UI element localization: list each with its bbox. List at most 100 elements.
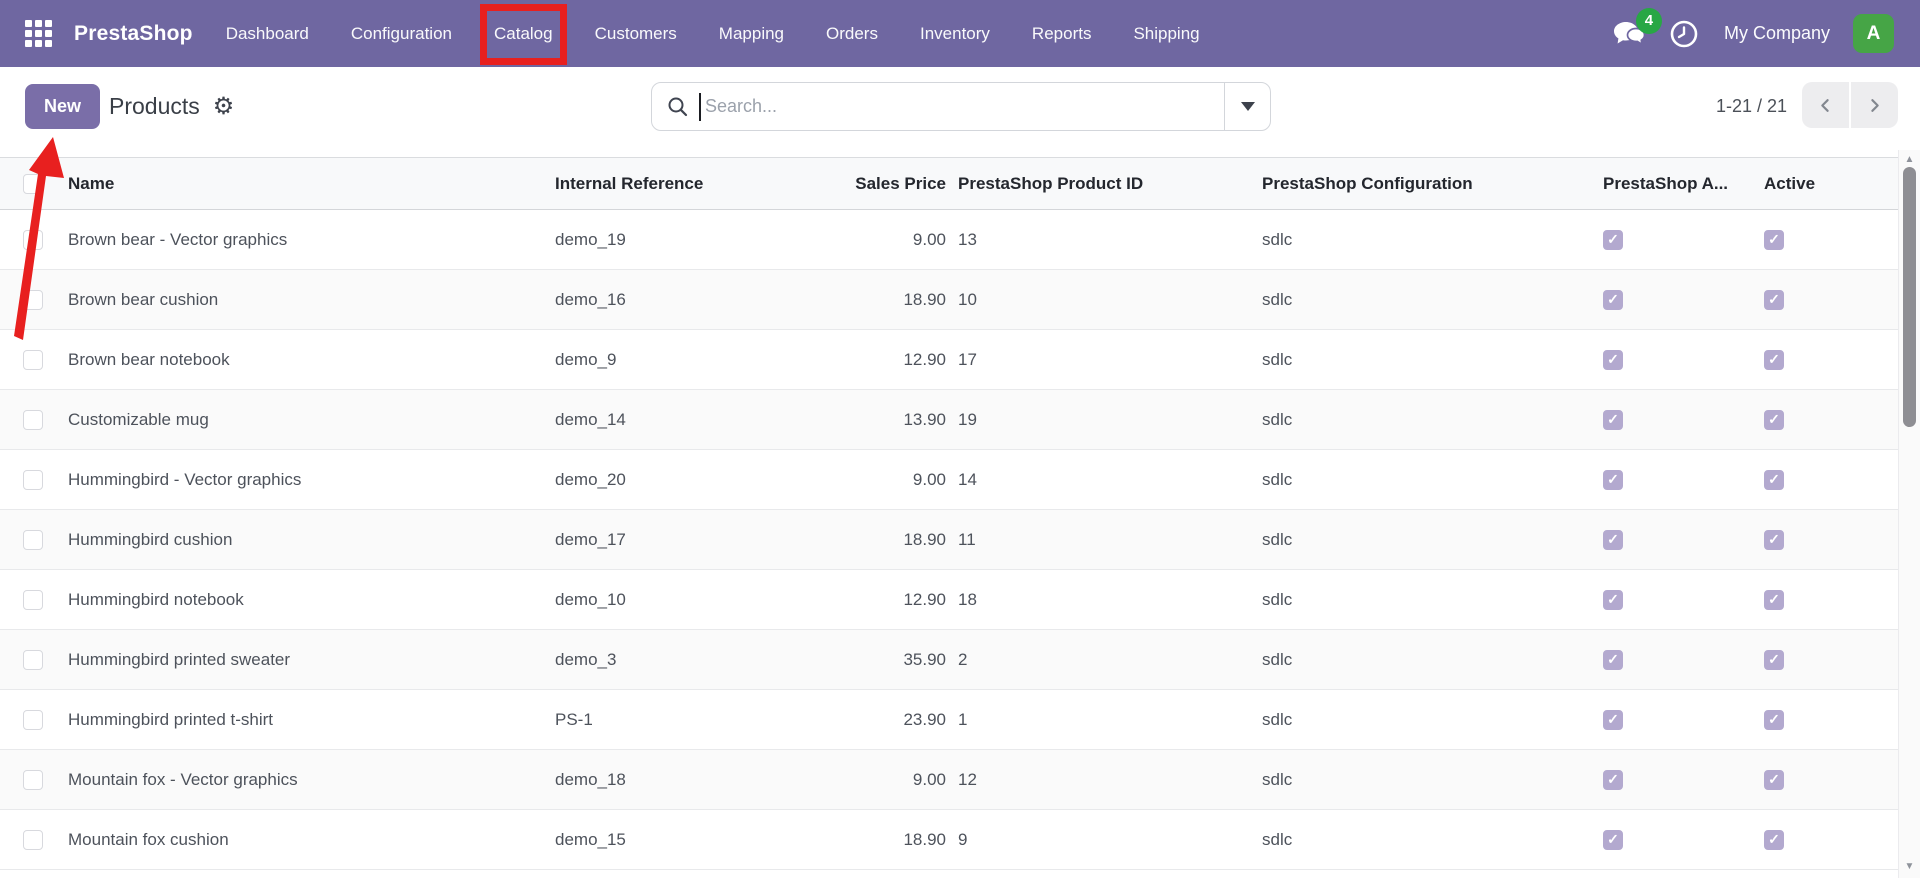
cell-prestashop-product-id: 19 (958, 409, 977, 429)
user-avatar[interactable]: A (1853, 14, 1894, 53)
cell-name: Mountain fox - Vector graphics (68, 769, 298, 789)
row-select-checkbox[interactable] (23, 649, 43, 670)
table-row[interactable]: Brown bear notebook demo_9 12.90 17 sdlc ✓ ✓ (0, 330, 1898, 390)
cell-internal-reference: demo_3 (555, 649, 617, 669)
products-table: Name Internal Reference Sales Price Pres… (0, 157, 1898, 870)
prestashop-active-checkbox: ✓ (1603, 349, 1623, 370)
table-row[interactable]: Brown bear cushion demo_16 18.90 10 sdlc ✓ ✓ (0, 270, 1898, 330)
cell-internal-reference: demo_10 (555, 589, 626, 609)
activities-button[interactable] (1669, 19, 1699, 49)
active-checkbox: ✓ (1764, 709, 1784, 730)
cell-prestashop-product-id: 1 (958, 709, 968, 729)
menu-customers[interactable]: Customers (595, 24, 677, 44)
menu-dashboard[interactable]: Dashboard (226, 24, 309, 44)
table-body: Brown bear - Vector graphics demo_19 9.00 1… (0, 210, 1898, 870)
cell-internal-reference: PS-1 (555, 709, 593, 729)
app-brand[interactable]: PrestaShop (74, 22, 193, 46)
cell-prestashop-configuration: sdlc (1262, 289, 1293, 309)
prestashop-active-checkbox: ✓ (1603, 529, 1623, 550)
prestashop-active-checkbox: ✓ (1603, 289, 1623, 310)
search-dropdown-toggle[interactable] (1224, 83, 1270, 130)
table-row[interactable]: Mountain fox cushion demo_15 18.90 9 sdlc ✓ ✓ (0, 810, 1898, 870)
messages-button[interactable]: 4 (1613, 7, 1662, 49)
menu-shipping[interactable]: Shipping (1133, 24, 1199, 44)
chevron-down-icon (1240, 102, 1255, 111)
active-checkbox: ✓ (1764, 289, 1784, 310)
cell-prestashop-configuration: sdlc (1262, 409, 1293, 429)
company-switcher[interactable]: My Company (1724, 23, 1830, 44)
cell-name: Brown bear notebook (68, 349, 230, 369)
search-bar[interactable] (651, 82, 1271, 131)
scroll-up-arrow-icon[interactable]: ▲ (1899, 154, 1920, 165)
pager-previous-button[interactable] (1802, 82, 1849, 128)
active-checkbox: ✓ (1764, 829, 1784, 850)
menu-orders[interactable]: Orders (826, 24, 878, 44)
column-header-prestashop-product-id[interactable]: PrestaShop Product ID (946, 158, 1262, 209)
cell-sales-price: 18.90 (903, 829, 946, 849)
table-row[interactable]: Brown bear - Vector graphics demo_19 9.00 1… (0, 210, 1898, 270)
cell-sales-price: 9.00 (912, 769, 946, 789)
clock-icon (1669, 19, 1699, 49)
prestashop-active-checkbox: ✓ (1603, 229, 1623, 250)
gear-icon[interactable]: ⚙ (213, 94, 235, 119)
cell-sales-price: 23.90 (903, 709, 946, 729)
active-checkbox: ✓ (1764, 409, 1784, 430)
cell-name: Brown bear cushion (68, 289, 219, 309)
cell-prestashop-product-id: 11 (958, 529, 976, 549)
cell-name: Hummingbird printed t-shirt (68, 709, 274, 729)
scrollbar-thumb[interactable] (1903, 167, 1916, 427)
column-header-name[interactable]: Name (68, 158, 555, 209)
table-row[interactable]: Hummingbird notebook demo_10 12.90 18 sdlc ✓ ✓ (0, 570, 1898, 630)
cell-prestashop-product-id: 17 (958, 349, 977, 369)
row-select-checkbox[interactable] (23, 349, 43, 370)
column-header-internal-reference[interactable]: Internal Reference (555, 158, 775, 209)
row-select-checkbox[interactable] (23, 769, 43, 790)
row-select-checkbox[interactable] (23, 469, 43, 490)
table-row[interactable]: Hummingbird cushion demo_17 18.90 11 sdlc ✓ ✓ (0, 510, 1898, 570)
row-select-checkbox[interactable] (23, 229, 43, 250)
pager-next-button[interactable] (1851, 82, 1898, 128)
table-row[interactable]: Mountain fox - Vector graphics demo_18 9.0… (0, 750, 1898, 810)
column-header-active[interactable]: Active (1762, 158, 1898, 209)
row-select-checkbox[interactable] (23, 709, 43, 730)
scroll-down-arrow-icon[interactable]: ▼ (1899, 861, 1920, 872)
cell-prestashop-configuration: sdlc (1262, 529, 1293, 549)
cell-prestashop-configuration: sdlc (1262, 829, 1293, 849)
cell-name: Customizable mug (68, 409, 209, 429)
table-row[interactable]: Hummingbird printed t-shirt PS-1 23.90 1 sdl… (0, 690, 1898, 750)
apps-grid-icon[interactable] (25, 20, 53, 48)
row-select-checkbox[interactable] (23, 529, 43, 550)
prestashop-active-checkbox: ✓ (1603, 469, 1623, 490)
prestashop-active-checkbox: ✓ (1603, 769, 1623, 790)
cell-sales-price: 18.90 (903, 529, 946, 549)
column-header-sales-price[interactable]: Sales Price (775, 158, 946, 209)
column-header-prestashop-active[interactable]: PrestaShop A... (1603, 158, 1762, 209)
table-row[interactable]: Hummingbird - Vector graphics demo_20 9.00… (0, 450, 1898, 510)
active-checkbox: ✓ (1764, 469, 1784, 490)
cell-sales-price: 12.90 (903, 589, 946, 609)
menu-mapping[interactable]: Mapping (719, 24, 784, 44)
active-checkbox: ✓ (1764, 769, 1784, 790)
topbar: PrestaShop Dashboard Configuration Catalog… (0, 0, 1920, 67)
table-row[interactable]: Hummingbird printed sweater demo_3 35.90 2 s… (0, 630, 1898, 690)
cell-name: Hummingbird - Vector graphics (68, 469, 302, 489)
row-select-checkbox[interactable] (23, 409, 43, 430)
menu-reports[interactable]: Reports (1032, 24, 1092, 44)
menu-configuration[interactable]: Configuration (351, 24, 452, 44)
cell-prestashop-product-id: 13 (958, 229, 977, 249)
topbar-right: 4 My Company A (1613, 7, 1920, 53)
select-all-checkbox[interactable] (23, 173, 43, 194)
menu-inventory[interactable]: Inventory (920, 24, 990, 44)
row-select-checkbox[interactable] (23, 589, 43, 610)
cell-prestashop-product-id: 14 (958, 469, 977, 489)
new-button[interactable]: New (25, 84, 100, 129)
table-row[interactable]: Customizable mug demo_14 13.90 19 sdlc ✓ ✓ (0, 390, 1898, 450)
vertical-scrollbar[interactable]: ▲ ▼ (1898, 150, 1920, 878)
row-select-checkbox[interactable] (23, 829, 43, 850)
cell-prestashop-product-id: 12 (958, 769, 977, 789)
search-input[interactable] (701, 83, 1224, 130)
row-select-checkbox[interactable] (23, 289, 43, 310)
menu-catalog[interactable]: Catalog (480, 3, 567, 65)
cell-prestashop-configuration: sdlc (1262, 229, 1293, 249)
column-header-prestashop-configuration[interactable]: PrestaShop Configuration (1262, 158, 1603, 209)
